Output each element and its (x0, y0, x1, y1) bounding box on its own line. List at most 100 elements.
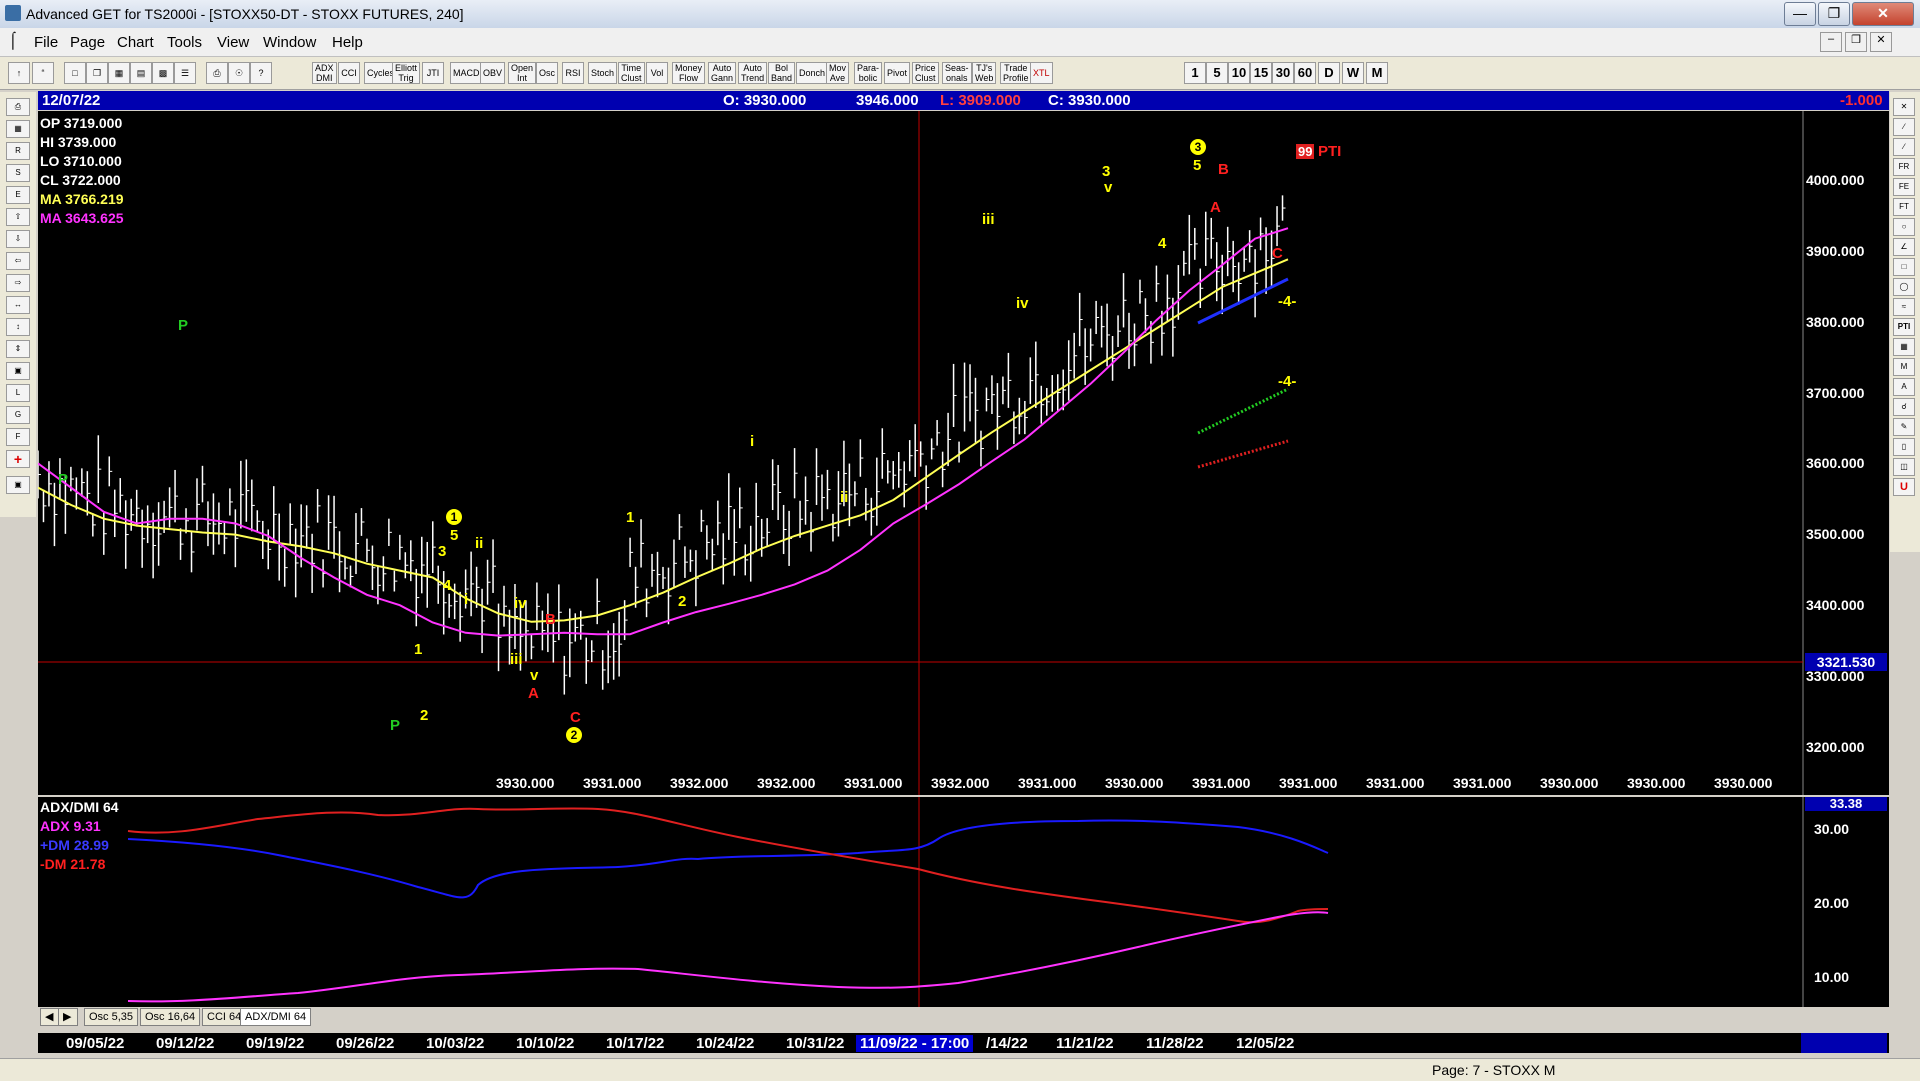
study-cci[interactable]: CCI (338, 62, 360, 84)
arrow-right-icon[interactable]: ⇨ (6, 274, 30, 292)
scale-tool-icon[interactable]: ▦ (6, 120, 30, 138)
study-money-flow[interactable]: Money Flow (672, 62, 706, 84)
study-time-clust[interactable]: Time Clust (618, 62, 645, 84)
context-help-icon[interactable]: ? (250, 62, 272, 84)
pointer-icon[interactable]: ↑ (8, 62, 30, 84)
study-price-clust[interactable]: Price Clust (912, 62, 939, 84)
compress-icon[interactable]: ↔ (6, 296, 30, 314)
text-tool-icon[interactable]: A (1893, 378, 1915, 396)
camera-tool-icon[interactable]: ▣ (6, 476, 30, 494)
delete-tool-icon[interactable]: ◫ (1893, 458, 1915, 476)
crosshair-tool-icon[interactable]: + (6, 450, 30, 468)
fib-time-icon[interactable]: FT (1893, 198, 1915, 216)
wave-tool-icon[interactable]: ≈ (1893, 298, 1915, 316)
x-tool-icon[interactable]: ✕ (1893, 98, 1915, 116)
study-adx-dmi[interactable]: ADX DMI (312, 62, 337, 84)
study-trade-profile[interactable]: Trade Profile (1000, 62, 1032, 84)
study-auto-gann[interactable]: Auto Gann (708, 62, 737, 84)
study-elliott-trig[interactable]: Elliott Trig (392, 62, 421, 84)
interval-15[interactable]: 15 (1250, 62, 1272, 84)
interval-30[interactable]: 30 (1272, 62, 1294, 84)
expand-icon[interactable]: ↕ (6, 318, 30, 336)
interval-d[interactable]: D (1318, 62, 1340, 84)
oscillator-panel[interactable]: ADX/DMI 64 ADX 9.31 +DM 28.99 -DM 21.78 … (38, 797, 1889, 1007)
eraser-tool-icon[interactable]: ▯ (1893, 438, 1915, 456)
menu-tools[interactable]: Tools (167, 34, 202, 51)
adx-dmi-chart[interactable] (38, 797, 1889, 1007)
ruler-icon[interactable]: ☰ (174, 62, 196, 84)
hint-icon[interactable]: ☉ (228, 62, 250, 84)
print-icon[interactable]: ⎙ (206, 62, 228, 84)
rect-tool-icon[interactable]: □ (1893, 258, 1915, 276)
menu-view[interactable]: View (217, 34, 249, 51)
cascade-icon[interactable]: ▤ (130, 62, 152, 84)
pencil-tool-icon[interactable]: ✎ (1893, 418, 1915, 436)
interval-1[interactable]: 1 (1184, 62, 1206, 84)
grid-icon[interactable]: ▩ (152, 62, 174, 84)
study-auto-trend[interactable]: Auto Trend (738, 62, 768, 84)
menu-help[interactable]: Help (332, 34, 363, 51)
line-tool-icon[interactable]: ∕ (1893, 118, 1915, 136)
study-tjs-web[interactable]: TJ's Web (972, 62, 997, 84)
maximize-button[interactable]: ❐ (1818, 2, 1850, 26)
study-bol-band[interactable]: Bol Band (768, 62, 796, 84)
elliott-tool-icon[interactable]: E (6, 186, 30, 204)
pti-tool-icon[interactable]: PTI (1893, 318, 1915, 336)
study-donch[interactable]: Donch (796, 62, 829, 84)
fan-tool-icon[interactable]: ∠ (1893, 238, 1915, 256)
tab-osc-16-64[interactable]: Osc 16,64 (140, 1008, 201, 1026)
study-tool-icon[interactable]: S (6, 164, 30, 182)
circle-tool-icon[interactable]: ○ (1893, 218, 1915, 236)
menu-page[interactable]: Page (70, 34, 105, 51)
interval-5[interactable]: 5 (1206, 62, 1228, 84)
grid-tool-icon[interactable]: ▦ (1893, 338, 1915, 356)
interval-m[interactable]: M (1366, 62, 1388, 84)
study-seasonals[interactable]: Seas-onals (942, 62, 972, 84)
ellipse-tool-icon[interactable]: ◯ (1893, 278, 1915, 296)
tab-osc-5-35[interactable]: Osc 5,35 (84, 1008, 139, 1026)
menu-file[interactable]: File (34, 34, 58, 51)
menu-window[interactable]: Window (263, 34, 316, 51)
price-chart-panel[interactable]: OP 3719.000 HI 3739.000 LO 3710.000 CL 3… (38, 111, 1889, 795)
study-obv[interactable]: OBV (480, 62, 506, 84)
menu-chart[interactable]: Chart (117, 34, 154, 51)
fib-ret-icon[interactable]: FR (1893, 158, 1915, 176)
close-button[interactable]: ✕ (1852, 2, 1914, 26)
new-icon[interactable]: □ (64, 62, 86, 84)
mdi-minimize-button[interactable]: – (1820, 32, 1842, 52)
lines-tool-icon[interactable]: L (6, 384, 30, 402)
tile-icon[interactable]: ▦ (108, 62, 130, 84)
study-parabolic[interactable]: Para-bolic (854, 62, 883, 84)
arrow-left-icon[interactable]: ⇦ (6, 252, 30, 270)
tab-adx-dmi-64[interactable]: ADX/DMI 64 (240, 1008, 312, 1026)
gann-tool-icon[interactable]: G (6, 406, 30, 424)
mdi-close-button[interactable]: ✕ (1870, 32, 1892, 52)
tab-scroll-left-icon[interactable]: ◀ (40, 1008, 60, 1026)
interval-w[interactable]: W (1342, 62, 1364, 84)
tab-scroll-right-icon[interactable]: ▶ (58, 1008, 78, 1026)
study-xtl[interactable]: XTL (1030, 62, 1053, 84)
vertical-expand-icon[interactable]: ⇕ (6, 340, 30, 358)
copy-icon[interactable]: ❐ (86, 62, 108, 84)
study-pivot[interactable]: Pivot (884, 62, 911, 84)
zoom-tool-icon[interactable]: ☌ (1893, 398, 1915, 416)
document-icon[interactable]: ⌠ (8, 32, 24, 50)
reset-tool-icon[interactable]: R (6, 142, 30, 160)
arrow-up-icon[interactable]: ⇧ (6, 208, 30, 226)
price-chart[interactable] (38, 111, 1889, 795)
minimize-button[interactable]: — (1784, 2, 1816, 26)
study-jti[interactable]: JTI (422, 62, 444, 84)
study-mov-ave[interactable]: Mov Ave (826, 62, 850, 84)
arrow-down-icon[interactable]: ⇩ (6, 230, 30, 248)
study-stoch[interactable]: Stoch (588, 62, 618, 84)
study-vol[interactable]: Vol (646, 62, 668, 84)
u-tool-icon[interactable]: U (1893, 478, 1915, 496)
mdi-restore-button[interactable]: ❐ (1845, 32, 1867, 52)
study-open-int[interactable]: Open Int (508, 62, 537, 84)
fib-tool-icon[interactable]: F (6, 428, 30, 446)
interval-10[interactable]: 10 (1228, 62, 1250, 84)
box-tool-icon[interactable]: ▣ (6, 362, 30, 380)
mob-tool-icon[interactable]: M (1893, 358, 1915, 376)
study-osc[interactable]: Osc (536, 62, 559, 84)
print-tool-icon[interactable]: ⎙ (6, 98, 30, 116)
